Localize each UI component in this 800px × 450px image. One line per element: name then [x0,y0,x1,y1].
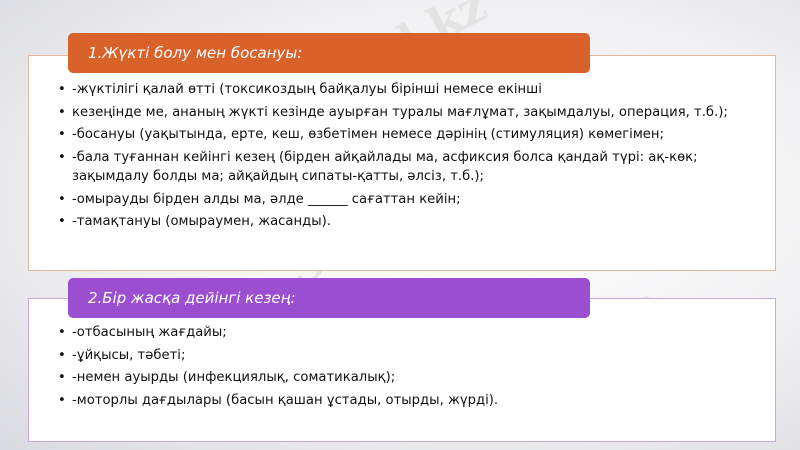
list-item: -тамақтануы (омыраумен, жасанды). [58,212,758,232]
list-item: -босануы (уақытында, ерте, кеш, өзбетіме… [58,125,758,145]
list-item: -ұйқысы, тәбеті; [58,346,758,366]
list-item: кезеңінде ме, ананың жүкті кезінде ауырғ… [58,103,758,123]
list-item: -немен ауырды (инфекциялық, соматикалық)… [58,368,758,388]
list-item: -отбасының жағдайы; [58,323,758,343]
section-1-list: -жүктілігі қалай өтті (токсикоздың байқа… [58,80,758,235]
section-2-list: -отбасының жағдайы; -ұйқысы, тәбеті;-неме… [58,323,758,413]
list-item: -моторлы дағдылары (басын қашан ұстады, … [58,391,758,411]
section-2-title: 2.Бір жасқа дейінгі кезең: [68,278,590,318]
list-item: -жүктілігі қалай өтті (токсикоздың байқа… [58,80,758,100]
section-1-title: 1.Жүкті болу мен босануы: [68,33,590,73]
list-item: -бала туғаннан кейінгі кезең (бірден айқ… [58,148,758,187]
list-item: -омырауды бірден алды ма, әлде ______ са… [58,190,758,210]
